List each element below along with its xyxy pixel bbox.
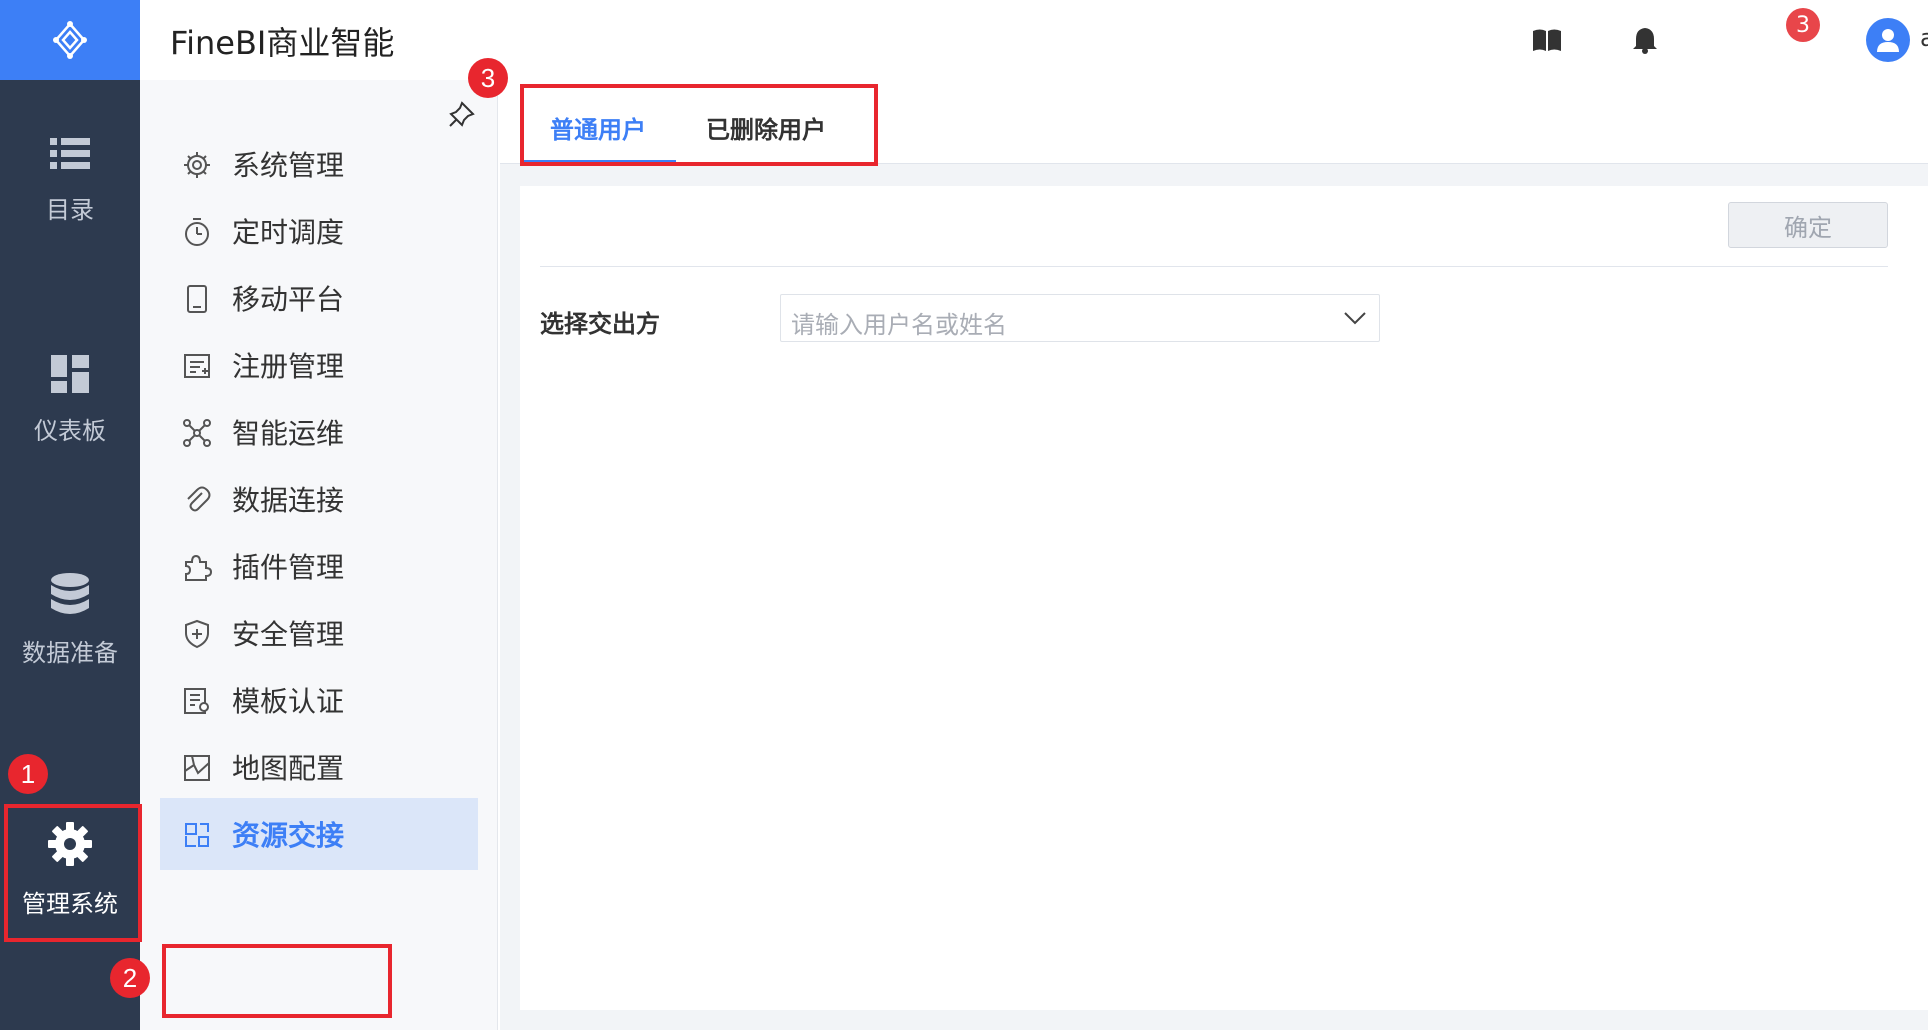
- app-logo[interactable]: [0, 0, 140, 80]
- submenu-item-data-connection[interactable]: 数据连接: [160, 463, 478, 535]
- dashboard-icon: [51, 354, 89, 393]
- submenu-item-system[interactable]: 系统管理: [160, 128, 478, 200]
- rail-item-data-prep[interactable]: 数据准备: [0, 550, 140, 690]
- list-icon: [50, 137, 90, 169]
- handover-from-label: 选择交出方: [540, 310, 660, 338]
- map-icon: [184, 755, 210, 781]
- submenu-item-label: 定时调度: [232, 216, 345, 249]
- rail-item-catalog[interactable]: 目录: [0, 110, 140, 250]
- database-icon: [51, 572, 89, 614]
- user-icon: [1877, 29, 1899, 52]
- submenu-item-label: 资源交接: [232, 819, 345, 852]
- handover-panel: 确定 选择交出方 请输入用户名或姓名: [520, 186, 1928, 1010]
- submenu-item-resource-handover[interactable]: 资源交接: [160, 798, 478, 870]
- user-select[interactable]: 请输入用户名或姓名: [780, 294, 1380, 342]
- logo-icon: [53, 21, 87, 59]
- puzzle-icon: [185, 554, 212, 581]
- submenu-item-template[interactable]: 模板认证: [160, 664, 478, 736]
- chevron-down-icon[interactable]: [1343, 307, 1367, 329]
- submenu-item-label: 数据连接: [232, 484, 345, 517]
- mobile-icon: [187, 285, 207, 313]
- avatar[interactable]: [1866, 18, 1910, 62]
- submenu-item-map[interactable]: 地图配置: [160, 731, 478, 803]
- annotation-box-2: [162, 944, 392, 1018]
- pin-icon[interactable]: [448, 100, 476, 128]
- paperclip-icon: [187, 486, 211, 512]
- app-title: FineBI商业智能: [170, 24, 395, 62]
- submenu-item-label: 移动平台: [232, 283, 345, 316]
- notification-badge: 3: [1786, 8, 1820, 42]
- network-icon: [183, 419, 211, 447]
- submenu-item-security[interactable]: 安全管理: [160, 597, 478, 669]
- top-header: FineBI商业智能 3 admin: [140, 0, 1928, 80]
- shield-icon: [185, 619, 209, 649]
- settings-icon: [184, 152, 210, 178]
- confirm-button[interactable]: 确定: [1728, 202, 1888, 248]
- submenu-item-label: 智能运维: [232, 417, 345, 450]
- annotation-box-1: [4, 804, 142, 942]
- rail-item-label: 数据准备: [22, 638, 118, 667]
- rail-item-label: 目录: [46, 195, 94, 224]
- annotation-marker-2: 2: [110, 958, 150, 998]
- divider: [540, 266, 1888, 267]
- rail-item-label: 仪表板: [34, 416, 106, 445]
- submenu-item-label: 地图配置: [232, 752, 345, 785]
- management-submenu: 系统管理 定时调度 移动平台 注册管理 智能运维 数据连接 插件管理 安全管理 …: [140, 80, 498, 1030]
- submenu-item-label: 安全管理: [232, 618, 345, 651]
- submenu-item-mobile[interactable]: 移动平台: [160, 262, 478, 334]
- rail-item-dashboard[interactable]: 仪表板: [0, 330, 140, 470]
- submenu-item-label: 注册管理: [232, 350, 345, 383]
- submenu-item-register[interactable]: 注册管理: [160, 329, 478, 401]
- submenu-item-label: 模板认证: [232, 685, 345, 718]
- submenu-item-ops[interactable]: 智能运维: [160, 396, 478, 468]
- timer-icon: [185, 218, 209, 246]
- submenu-item-plugin[interactable]: 插件管理: [160, 530, 478, 602]
- template-icon: [184, 688, 209, 714]
- bell-icon[interactable]: [1632, 26, 1658, 54]
- submenu-item-label: 系统管理: [232, 149, 345, 182]
- submenu-item-schedule[interactable]: 定时调度: [160, 195, 478, 267]
- submenu-item-label: 插件管理: [232, 551, 345, 584]
- annotation-box-3: [520, 84, 878, 166]
- annotation-marker-3: 3: [468, 58, 508, 98]
- book-icon[interactable]: [1532, 28, 1562, 52]
- main-content: 普通用户 已删除用户 确定 选择交出方 请输入用户名或姓名: [500, 80, 1928, 1030]
- annotation-marker-1: 1: [8, 754, 48, 794]
- user-select-placeholder: 请输入用户名或姓名: [791, 311, 1007, 339]
- resource-icon: [185, 823, 209, 847]
- register-icon: [184, 354, 210, 378]
- user-name[interactable]: admin: [1920, 24, 1928, 52]
